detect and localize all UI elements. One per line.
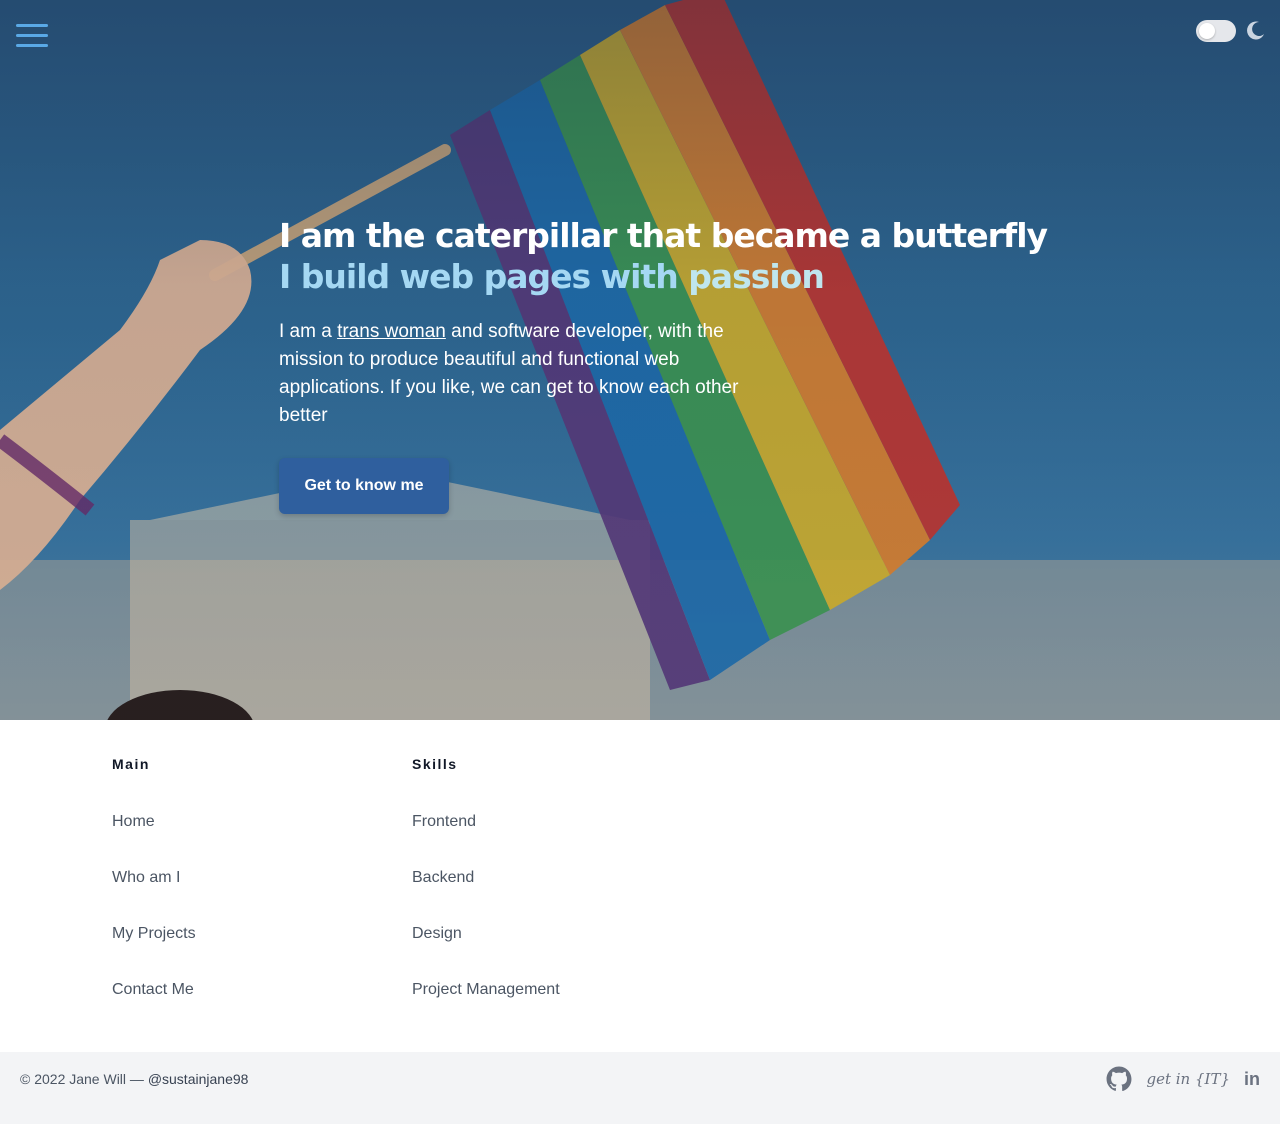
moon-icon <box>1247 21 1264 40</box>
footer-link-backend[interactable]: Backend <box>412 868 560 924</box>
author-handle[interactable]: @sustainjane98 <box>148 1071 249 1087</box>
hero-section: I am the caterpillar that became a butte… <box>0 0 1280 720</box>
hero-subtitle-accent: passion <box>688 257 825 296</box>
footer-main-column: Main Home Who am I My Projects Contact M… <box>112 756 196 1036</box>
footer-main-list: Home Who am I My Projects Contact Me <box>112 812 196 1036</box>
get-to-know-me-button[interactable]: Get to know me <box>279 458 449 514</box>
hero-description: I am a trans woman and software develope… <box>279 318 749 430</box>
trans-woman-link[interactable]: trans woman <box>337 321 446 342</box>
footer-main-heading: Main <box>112 756 150 772</box>
footer-link-home[interactable]: Home <box>112 812 196 868</box>
footer-skills-column: Skills Frontend Backend Design Project M… <box>412 756 560 1036</box>
bottom-bar: © 2022 Jane Will — @sustainjane98 get in… <box>0 1052 1280 1124</box>
footer-link-contact-me[interactable]: Contact Me <box>112 980 196 1036</box>
hero-subtitle: I build web pages with passion <box>279 256 1039 298</box>
footer-skills-heading: Skills <box>412 756 458 772</box>
hero-subtitle-main: I build web pages with <box>279 257 689 296</box>
footer-link-project-management[interactable]: Project Management <box>412 980 560 1036</box>
footer-link-my-projects[interactable]: My Projects <box>112 924 196 980</box>
footer-link-who-am-i[interactable]: Who am I <box>112 868 196 924</box>
toggle-knob <box>1199 23 1215 39</box>
footer-link-design[interactable]: Design <box>412 924 560 980</box>
footer-navigation: Main Home Who am I My Projects Contact M… <box>0 720 1280 1052</box>
social-links: get in {IT} in <box>1106 1066 1260 1092</box>
linkedin-icon[interactable]: in <box>1244 1069 1260 1090</box>
hamburger-menu-icon[interactable] <box>16 24 48 48</box>
get-in-it-link[interactable]: get in {IT} <box>1146 1070 1230 1088</box>
hero-title: I am the caterpillar that became a butte… <box>279 216 1048 255</box>
footer-link-frontend[interactable]: Frontend <box>412 812 560 868</box>
hero-content: I am the caterpillar that became a butte… <box>279 216 1048 514</box>
footer-skills-list: Frontend Backend Design Project Manageme… <box>412 812 560 1036</box>
description-before: I am a <box>279 321 338 342</box>
theme-toggle[interactable] <box>1196 20 1236 42</box>
copyright-text: © 2022 Jane Will — <box>20 1071 148 1087</box>
copyright: © 2022 Jane Will — @sustainjane98 <box>20 1071 248 1087</box>
github-icon[interactable] <box>1106 1066 1132 1092</box>
